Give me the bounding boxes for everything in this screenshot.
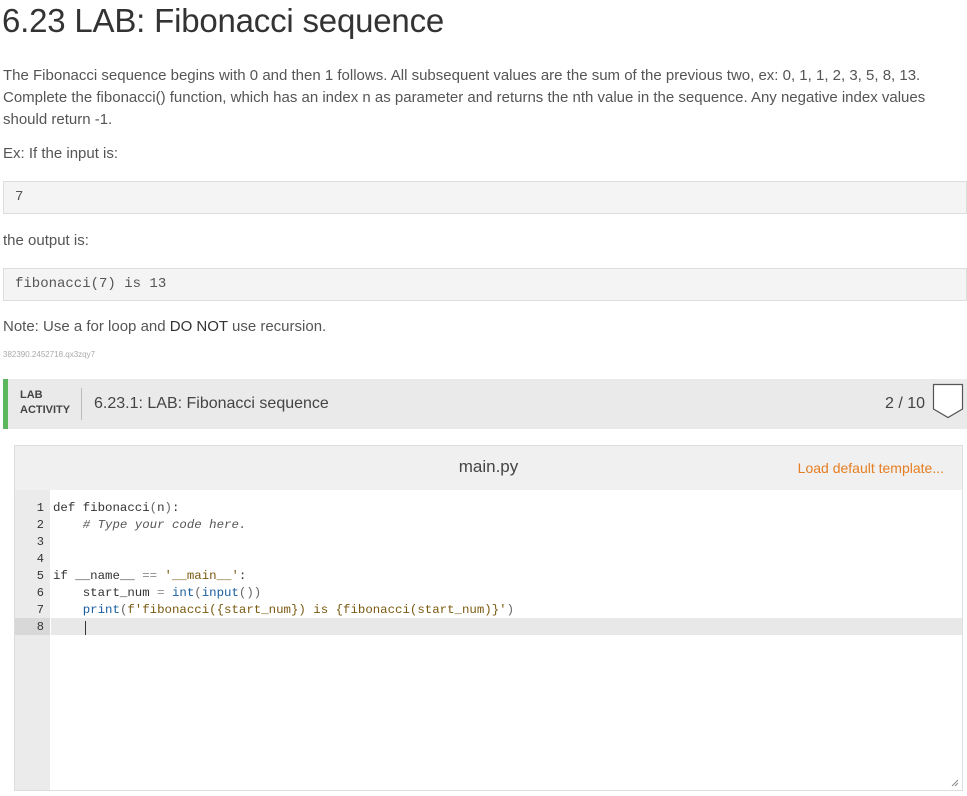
line-number: 8 (36, 620, 44, 634)
example-input-box: 7 (3, 181, 967, 214)
lab-divider (81, 388, 82, 420)
note-prefix: Note: Use a for loop and (3, 318, 170, 335)
line-number: 4 (36, 552, 44, 566)
lab-label-line2: ACTIVITY (20, 404, 71, 416)
editor-header: main.py Load default template... (15, 446, 962, 490)
resize-grip-icon[interactable] (951, 779, 959, 787)
code-line: start_num = int(input()) (53, 586, 262, 600)
code-line: # Type your code here. (82, 518, 247, 532)
page-title: 6.23 LAB: Fibonacci sequence (2, 2, 445, 39)
content-id: 382390.2452718.qx3zqy7 (3, 350, 96, 359)
line-number: 2 (36, 518, 44, 532)
line-number: 7 (36, 603, 44, 617)
load-default-template-link[interactable]: Load default template... (798, 460, 944, 476)
line-number: 5 (36, 569, 44, 583)
example-input-label: Ex: If the input is: (3, 145, 119, 162)
line-number: 3 (36, 535, 44, 549)
active-line-gutter-highlight (15, 618, 50, 635)
code-editor-panel: main.py Load default template... 1 2 3 4… (14, 445, 963, 791)
line-number: 1 (36, 501, 44, 515)
code-line: def fibonacci(n): (53, 501, 180, 515)
lab-label-line1: LAB (20, 389, 43, 401)
lab-activity-label: LAB ACTIVITY (20, 388, 70, 418)
line-number: 6 (36, 586, 44, 600)
example-output-label: the output is: (3, 232, 89, 249)
note-emphasis: DO NOT (169, 318, 228, 335)
code-editor-textarea[interactable]: def fibonacci(n): # Type your code here.… (51, 490, 962, 790)
note-text: Note: Use a for loop and DO NOT use recu… (3, 316, 326, 338)
lab-activity-header: LAB ACTIVITY 6.23.1: LAB: Fibonacci sequ… (3, 379, 967, 429)
line-number-gutter: 1 2 3 4 5 6 7 8 (15, 490, 50, 790)
text-cursor (85, 621, 86, 635)
problem-description: The Fibonacci sequence begins with 0 and… (3, 67, 926, 128)
lab-score: 2 / 10 (884, 395, 925, 412)
code-line: print(f'fibonacci({start_num}) is {fibon… (82, 603, 515, 617)
note-suffix: use recursion. (227, 318, 327, 335)
active-line-highlight (51, 618, 962, 635)
shield-badge-icon (932, 383, 964, 419)
example-output-box: fibonacci(7) is 13 (3, 268, 967, 301)
lab-activity-name: 6.23.1: LAB: Fibonacci sequence (94, 395, 329, 412)
code-line: if __name__ == '__main__': (53, 569, 247, 583)
